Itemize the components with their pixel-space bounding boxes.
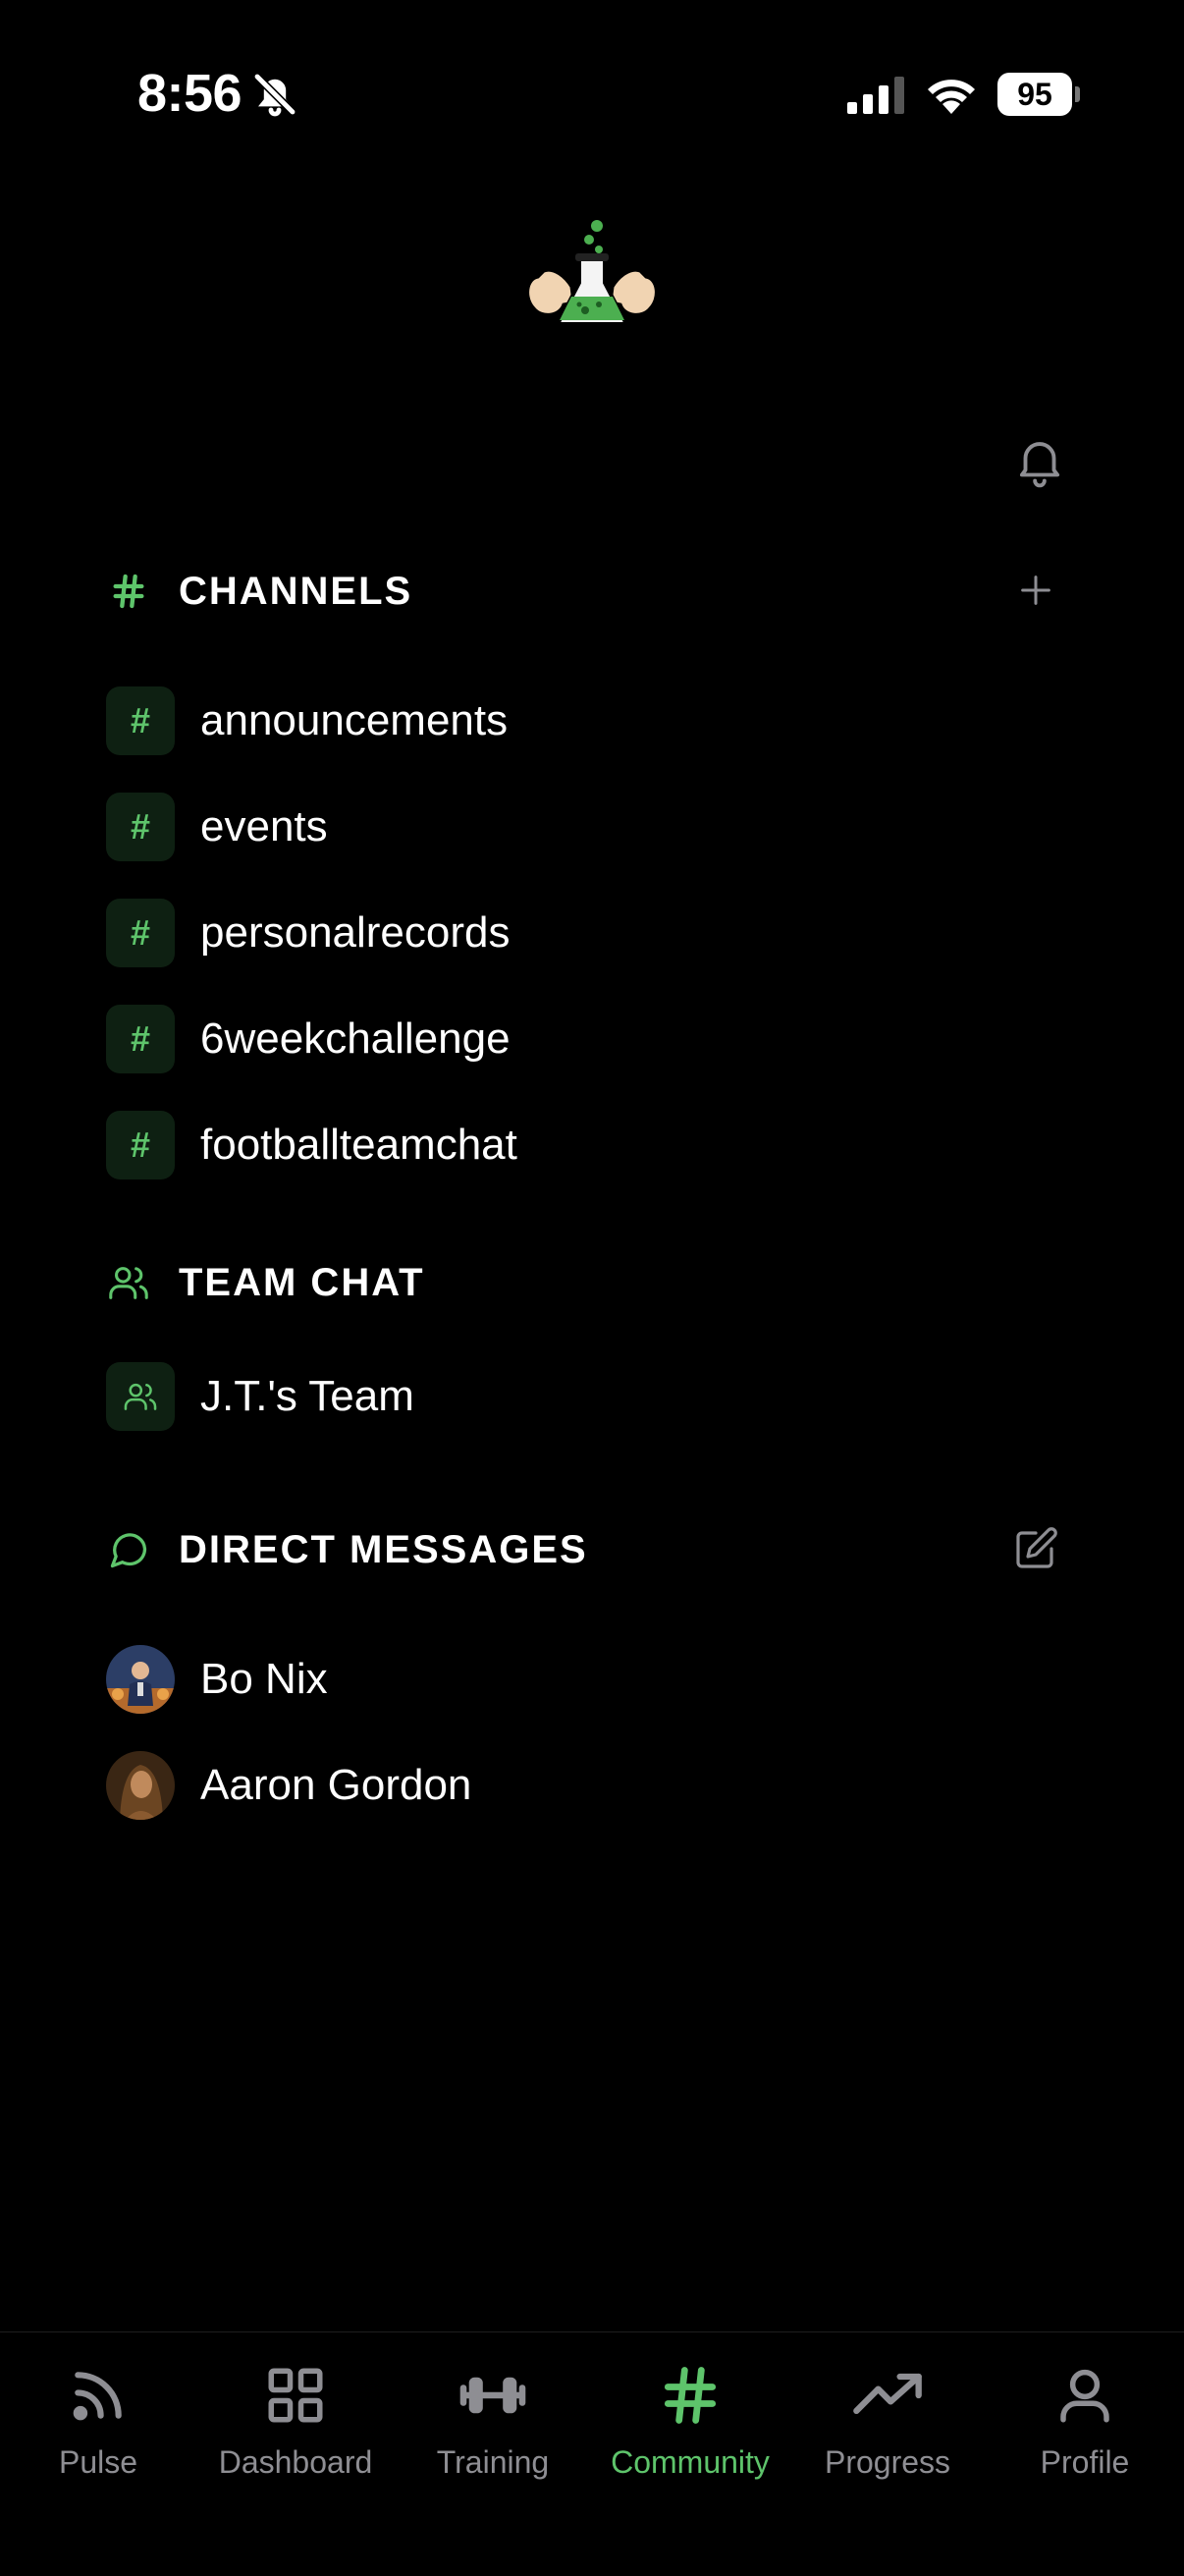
- tab-label: Progress: [824, 2444, 951, 2480]
- users-icon: [106, 1260, 151, 1305]
- app-logo: [526, 220, 658, 326]
- dumbbell-icon: [456, 2358, 530, 2433]
- tab-training[interactable]: Training: [395, 2358, 591, 2486]
- channel-item-announcements[interactable]: # announcements: [106, 686, 1068, 755]
- tab-profile[interactable]: Profile: [987, 2358, 1183, 2486]
- channel-item-6weekchallenge[interactable]: # 6weekchallenge: [106, 1005, 1068, 1073]
- hash-icon: #: [106, 686, 175, 755]
- hash-icon: [106, 569, 151, 614]
- message-circle-icon: [106, 1527, 151, 1572]
- hash-icon: [653, 2358, 727, 2433]
- direct-messages-title: DIRECT MESSAGES: [179, 1527, 588, 1571]
- trending-up-icon: [850, 2358, 925, 2433]
- tab-progress[interactable]: Progress: [789, 2358, 986, 2486]
- wifi-icon: [928, 80, 975, 114]
- channel-label: announcements: [200, 696, 509, 744]
- team-label: J.T.'s Team: [200, 1372, 414, 1420]
- bell-slash-icon: [253, 73, 296, 117]
- cellular-signal-icon: [847, 77, 904, 114]
- add-channel-button[interactable]: [1007, 562, 1064, 619]
- hash-icon: #: [106, 1005, 175, 1073]
- channel-label: personalrecords: [200, 908, 511, 957]
- dm-item-bo-nix[interactable]: Bo Nix: [106, 1645, 1068, 1714]
- battery-level: 95: [997, 73, 1072, 116]
- hash-icon: #: [106, 899, 175, 967]
- dm-item-aaron-gordon[interactable]: Aaron Gordon: [106, 1751, 1068, 1820]
- dm-label: Aaron Gordon: [200, 1761, 472, 1809]
- new-message-button[interactable]: [1007, 1520, 1064, 1577]
- channel-label: 6weekchallenge: [200, 1014, 511, 1063]
- channel-label: footballteamchat: [200, 1121, 517, 1169]
- grid-icon: [258, 2358, 333, 2433]
- rss-icon: [61, 2358, 135, 2433]
- channel-item-personalrecords[interactable]: # personalrecords: [106, 899, 1068, 967]
- channel-item-events[interactable]: # events: [106, 793, 1068, 861]
- tab-label: Community: [611, 2444, 770, 2480]
- tab-label: Profile: [1040, 2444, 1130, 2480]
- notification-bell-icon[interactable]: [1011, 432, 1068, 489]
- user-icon: [1048, 2358, 1122, 2433]
- status-time: 8:56: [137, 64, 242, 123]
- battery-indicator: 95: [997, 73, 1080, 116]
- team-chat-title: TEAM CHAT: [179, 1260, 425, 1304]
- channel-label: events: [200, 802, 328, 850]
- avatar: [106, 1645, 175, 1714]
- channel-item-footballteamchat[interactable]: # footballteamchat: [106, 1111, 1068, 1179]
- channels-header: CHANNELS: [106, 562, 1068, 621]
- team-chat-item[interactable]: J.T.'s Team: [106, 1362, 1068, 1431]
- bottom-tab-bar: Pulse Dashboard Training Community Progr…: [0, 2331, 1184, 2576]
- tab-label: Pulse: [58, 2444, 138, 2480]
- dm-label: Bo Nix: [200, 1655, 328, 1703]
- tab-label: Dashboard: [218, 2444, 373, 2480]
- hash-icon: #: [106, 1111, 175, 1179]
- direct-messages-header: DIRECT MESSAGES: [106, 1520, 1068, 1579]
- avatar: [106, 1751, 175, 1820]
- tab-label: Training: [436, 2444, 550, 2480]
- channels-title: CHANNELS: [179, 569, 413, 613]
- hash-icon: #: [106, 793, 175, 861]
- users-icon: [106, 1362, 175, 1431]
- tab-dashboard[interactable]: Dashboard: [197, 2358, 394, 2486]
- team-chat-header: TEAM CHAT: [106, 1253, 1068, 1312]
- tab-pulse[interactable]: Pulse: [0, 2358, 196, 2486]
- tab-community[interactable]: Community: [592, 2358, 788, 2486]
